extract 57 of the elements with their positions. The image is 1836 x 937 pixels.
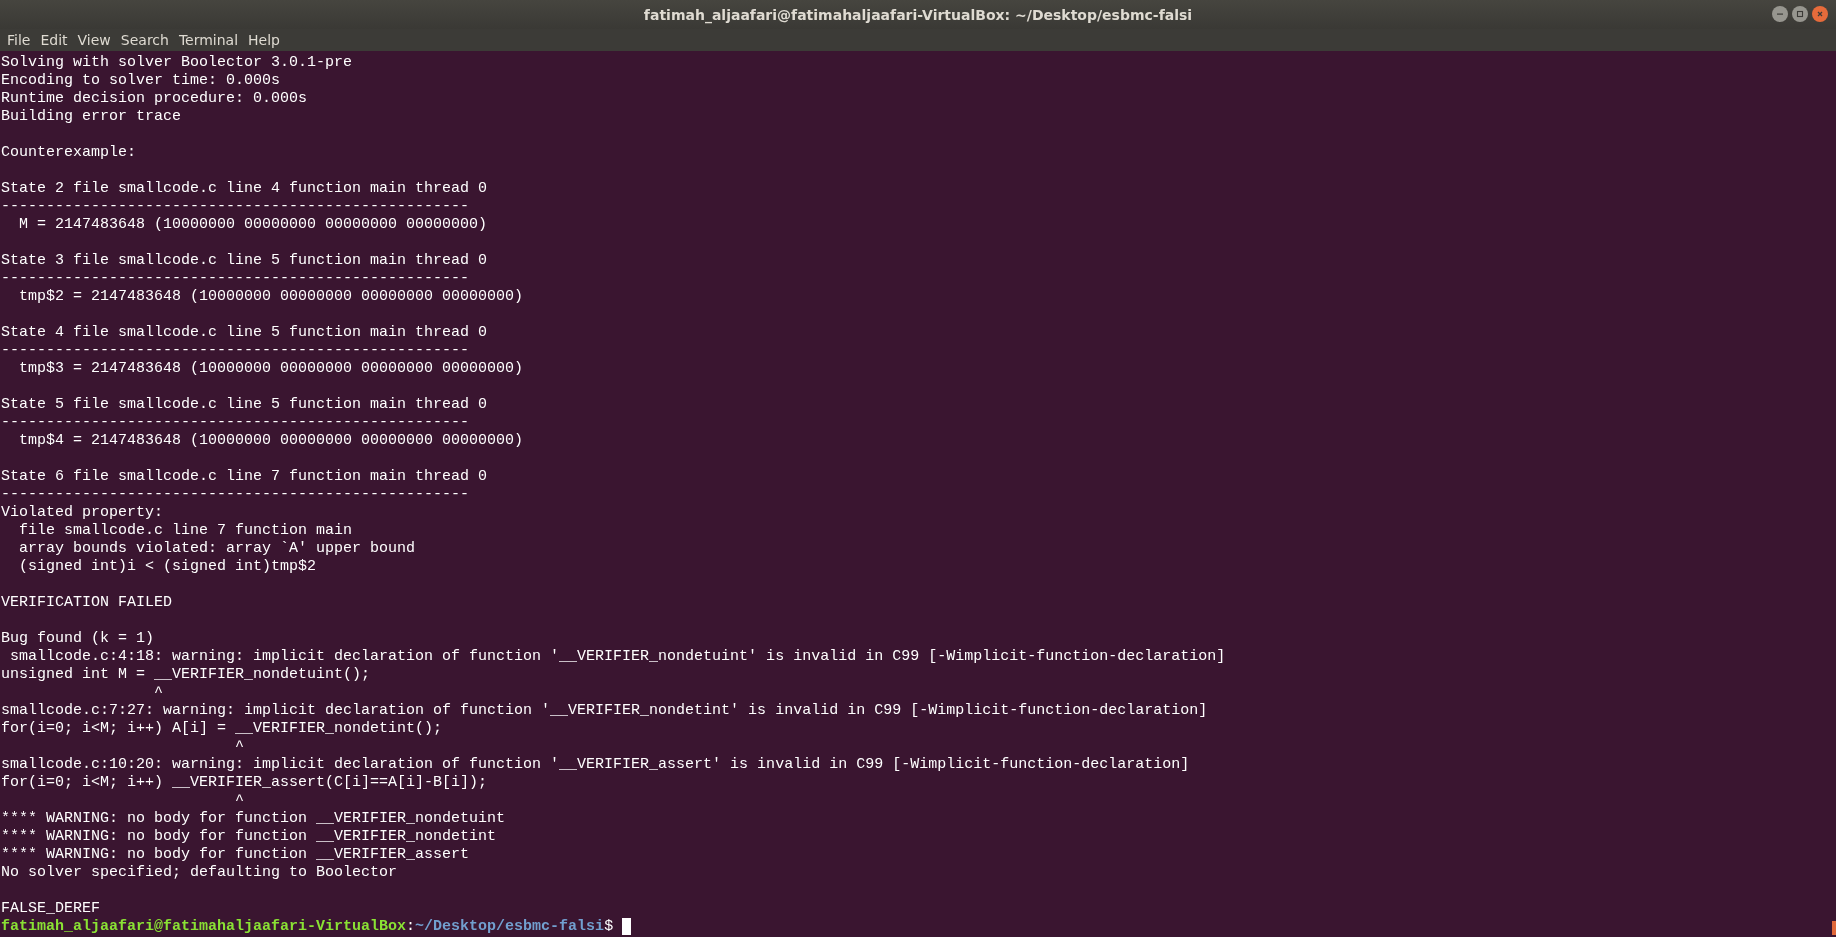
menu-item[interactable]: Search <box>115 32 174 48</box>
terminal-line: State 5 file smallcode.c line 5 function main thread 0 <box>0 396 489 414</box>
terminal-line: VERIFICATION FAILED <box>0 594 174 612</box>
terminal-line: ---------------------------------------------------- <box>0 414 471 432</box>
terminal-line: unsigned int M = __VERIFIER_nondetuint(); <box>0 666 372 684</box>
close-icon <box>1815 9 1825 19</box>
terminal-line: **** WARNING: no body for function __VERIFIER_nondetint <box>0 828 498 846</box>
terminal-line: (signed int)i < (signed int)tmp$2 <box>18 558 318 576</box>
terminal-line: **** WARNING: no body for function __VERIFIER_nondetuint <box>0 810 507 828</box>
terminal-line: Violated property: <box>0 504 165 522</box>
terminal-line: Building error trace <box>0 108 183 126</box>
terminal-line: ---------------------------------------------------- <box>0 342 471 360</box>
terminal-line: State 4 file smallcode.c line 5 function main thread 0 <box>0 324 489 342</box>
terminal-line: file smallcode.c line 7 function main <box>18 522 354 540</box>
terminal-line: smallcode.c:10:20: warning: implicit declaration of function '__VERIFIER_assert' is invalid in C99 [-Wimplicit-function-declaration] <box>0 756 1191 774</box>
terminal-line: smallcode.c:4:18: warning: implicit declaration of function '__VERIFIER_nondetuint' is invalid in C99 [-Wimplicit-function-declaration] <box>9 648 1227 666</box>
terminal-line: Counterexample: <box>0 144 138 162</box>
prompt-path: ~/Desktop/esbmc-falsi <box>415 918 605 935</box>
menu-item[interactable]: Help <box>243 32 285 48</box>
terminal-line: for(i=0; i<M; i++) __VERIFIER_assert(C[i]==A[i]-B[i]); <box>0 774 489 792</box>
terminal-line: ^ <box>234 738 246 756</box>
terminal-line: ---------------------------------------------------- <box>0 486 471 504</box>
terminal-line: Bug found (k = 1) <box>0 630 156 648</box>
menu-item[interactable]: Terminal <box>173 32 244 48</box>
text-cursor <box>622 918 632 935</box>
maximize-button[interactable] <box>1792 6 1808 22</box>
terminal-line: State 6 file smallcode.c line 7 function main thread 0 <box>0 468 489 486</box>
prompt-symbol: $ <box>604 918 614 935</box>
menu-item[interactable]: File <box>2 32 36 48</box>
terminal-line: smallcode.c:7:27: warning: implicit declaration of function '__VERIFIER_nondetint' is invalid in C99 [-Wimplicit-function-declaration] <box>0 702 1209 720</box>
terminal-line: FALSE_DEREF <box>0 900 102 918</box>
terminal-line: Runtime decision procedure: 0.000s <box>0 90 309 108</box>
minimize-button[interactable] <box>1772 6 1788 22</box>
menu-item[interactable]: View <box>72 32 116 48</box>
prompt-separator: : <box>406 918 416 935</box>
maximize-icon <box>1795 9 1805 19</box>
scroll-indicator <box>1832 921 1836 935</box>
terminal-line: tmp$4 = 2147483648 (10000000 00000000 00000000 00000000) <box>18 432 525 450</box>
menu-item[interactable]: Edit <box>35 32 73 48</box>
terminal-line: ---------------------------------------------------- <box>0 270 471 288</box>
terminal-line: **** WARNING: no body for function __VERIFIER_assert <box>0 846 471 864</box>
terminal-line: tmp$3 = 2147483648 (10000000 00000000 00000000 00000000) <box>18 360 525 378</box>
terminal-line: State 2 file smallcode.c line 4 function main thread 0 <box>0 180 489 198</box>
terminal-line: M = 2147483648 (10000000 00000000 00000000 00000000) <box>18 216 489 234</box>
terminal-line: ^ <box>234 792 246 810</box>
window-title: fatimah_aljaafari@fatimahaljaafari-VirtualBox: ~/Desktop/esbmc-falsi <box>643 6 1193 23</box>
terminal-line: ---------------------------------------------------- <box>0 198 471 216</box>
prompt-user-host: fatimah_aljaafari@fatimahaljaafari-VirtualBox <box>1 918 407 935</box>
terminal-line: No solver specified; defaulting to Boolector <box>0 864 399 882</box>
terminal-line: ^ <box>153 684 165 702</box>
terminal-line: array bounds violated: array `A' upper bound <box>18 540 417 558</box>
terminal-line: Encoding to solver time: 0.000s <box>0 72 282 90</box>
close-button[interactable] <box>1812 6 1828 22</box>
terminal-line: tmp$2 = 2147483648 (10000000 00000000 00000000 00000000) <box>18 288 525 306</box>
terminal-line: Solving with solver Boolector 3.0.1-pre <box>0 54 354 72</box>
terminal-line: for(i=0; i<M; i++) A[i] = __VERIFIER_nondetint(); <box>0 720 444 738</box>
terminal-line: State 3 file smallcode.c line 5 function main thread 0 <box>0 252 489 270</box>
